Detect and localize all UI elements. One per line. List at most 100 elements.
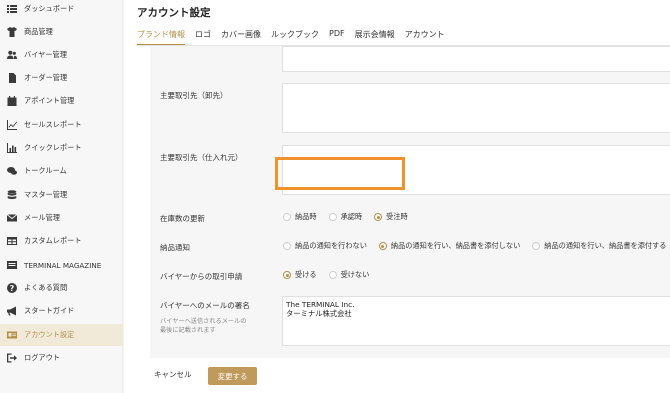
database-icon bbox=[6, 190, 17, 201]
radio-button[interactable] bbox=[283, 271, 291, 279]
radio-label: 納品の通知を行い、納品書を添付しない bbox=[390, 241, 521, 250]
buyer-request-radio-group: 受ける 受けない bbox=[283, 270, 381, 280]
buyer-request-option-accept[interactable]: 受ける bbox=[283, 270, 317, 280]
sidebar-item-label: 商品管理 bbox=[24, 27, 53, 36]
radio-button[interactable] bbox=[283, 213, 291, 221]
signature-line-2: ターミナル株式会社 bbox=[286, 308, 352, 318]
radio-label: 納品の通知を行い、納品書を添付する bbox=[544, 241, 667, 250]
delivery-notice-option-with-slip[interactable]: 納品の通知を行い、納品書を添付する bbox=[532, 241, 666, 251]
sidebar-item-label: ダッシュボード bbox=[24, 4, 75, 13]
brand-info-form: 主要取引先（卸先） 主要取引先（仕入れ元） 在庫数の更新 納品時 承認時 受注時… bbox=[150, 46, 670, 358]
sidebar-item-products[interactable]: 商品管理 bbox=[0, 21, 123, 43]
bar-chart-icon bbox=[6, 143, 17, 154]
tab-lookbook[interactable]: ルックブック bbox=[271, 26, 319, 46]
sidebar-item-label: バイヤー管理 bbox=[24, 50, 67, 59]
radio-button[interactable] bbox=[532, 242, 541, 250]
main-content: アカウント設定 ブランド情報 ロゴ カバー画像 ルックブック PDF 展示会情報… bbox=[124, 0, 670, 393]
grid-icon bbox=[6, 4, 17, 15]
sidebar-item-magazine[interactable]: TERMINAL MAGAZINE bbox=[0, 254, 123, 276]
page-title: アカウント設定 bbox=[137, 7, 211, 19]
tab-pdf[interactable]: PDF bbox=[329, 26, 345, 46]
svg-text:?: ? bbox=[9, 284, 14, 293]
tab-account[interactable]: アカウント bbox=[405, 26, 445, 46]
tab-exhibition[interactable]: 展示会情報 bbox=[355, 26, 395, 46]
tab-cover-image[interactable]: カバー画像 bbox=[221, 26, 261, 46]
sidebar-item-sales-report[interactable]: セールスレポート bbox=[0, 114, 123, 136]
sidebar-item-label: トークルーム bbox=[24, 166, 67, 175]
signature-help-line1: バイヤーへ送信されるメールの bbox=[160, 318, 247, 325]
sidebar-item-label: マスター管理 bbox=[24, 190, 68, 199]
save-button[interactable]: 変更する bbox=[208, 367, 257, 385]
sidebar-item-label: スタートガイド bbox=[24, 306, 75, 315]
radio-button[interactable] bbox=[374, 213, 383, 221]
delivery-notice-label: 納品通知 bbox=[160, 243, 190, 252]
radio-button[interactable] bbox=[328, 213, 337, 221]
sidebar-item-label: ログアウト bbox=[24, 353, 60, 362]
highlight-box bbox=[275, 157, 405, 190]
cancel-button[interactable]: キャンセル bbox=[154, 369, 192, 380]
textarea-previous-field[interactable] bbox=[282, 46, 670, 72]
sidebar-item-label: メール管理 bbox=[24, 213, 60, 222]
signature-textarea[interactable]: The TERMINAL Inc. ターミナル株式会社 bbox=[282, 296, 670, 346]
sidebar-item-label: カスタムレポート bbox=[24, 236, 82, 245]
sidebar: ダッシュボード 商品管理 バイヤー管理 オーダー管理 アポイント管理 セールスレ… bbox=[0, 0, 123, 393]
tab-brand-info[interactable]: ブランド情報 bbox=[137, 26, 185, 46]
sidebar-item-faq[interactable]: ? よくある質問 bbox=[0, 277, 123, 299]
radio-label: 承認時 bbox=[340, 212, 363, 221]
buyer-request-label: バイヤーからの取引申請 bbox=[160, 272, 243, 281]
sidebar-item-label: アポイント管理 bbox=[24, 96, 75, 105]
sidebar-item-account-settings[interactable]: アカウント設定 bbox=[0, 324, 123, 346]
table-icon bbox=[6, 236, 17, 247]
calendar-icon bbox=[6, 96, 17, 107]
sidebar-item-orders[interactable]: オーダー管理 bbox=[0, 67, 123, 89]
sidebar-item-custom-report[interactable]: カスタムレポート bbox=[0, 230, 123, 252]
radio-label: 受注時 bbox=[386, 212, 408, 221]
id-card-icon bbox=[6, 330, 17, 341]
sidebar-item-label: オーダー管理 bbox=[24, 73, 68, 82]
radio-label: 受ける bbox=[295, 270, 317, 279]
radio-button[interactable] bbox=[328, 271, 337, 279]
sidebar-item-logout[interactable]: ログアウト bbox=[0, 347, 123, 369]
radio-label: 受けない bbox=[340, 270, 370, 279]
wholesale-partners-label: 主要取引先（卸先） bbox=[160, 91, 228, 100]
radio-label: 納品の通知を行わない bbox=[295, 241, 367, 250]
radio-label: 納品時 bbox=[295, 212, 317, 221]
delivery-notice-option-without-slip[interactable]: 納品の通知を行い、納品書を添付しない bbox=[378, 241, 521, 251]
radio-button[interactable] bbox=[283, 242, 291, 250]
sidebar-item-label: よくある質問 bbox=[24, 283, 68, 292]
sidebar-item-label: クイックレポート bbox=[24, 143, 82, 152]
sidebar-item-mail[interactable]: メール管理 bbox=[0, 207, 123, 229]
sidebar-item-quick-report[interactable]: クイックレポート bbox=[0, 137, 123, 159]
stock-update-radio-group: 納品時 承認時 受注時 bbox=[283, 212, 420, 222]
sidebar-item-dashboard[interactable]: ダッシュボード bbox=[0, 0, 123, 20]
stock-update-option-delivery[interactable]: 納品時 bbox=[283, 212, 317, 222]
tshirt-icon bbox=[6, 27, 17, 38]
megaphone-icon bbox=[6, 306, 17, 317]
sidebar-item-label: セールスレポート bbox=[24, 120, 82, 129]
stock-update-option-order[interactable]: 受注時 bbox=[374, 212, 408, 222]
buyer-request-option-decline[interactable]: 受けない bbox=[328, 270, 370, 280]
signature-label: バイヤーへのメールの署名 bbox=[160, 301, 250, 310]
sidebar-item-start-guide[interactable]: スタートガイド bbox=[0, 300, 123, 322]
sidebar-item-appointments[interactable]: アポイント管理 bbox=[0, 90, 123, 112]
sidebar-item-buyers[interactable]: バイヤー管理 bbox=[0, 44, 123, 66]
stock-update-label: 在庫数の更新 bbox=[160, 214, 205, 223]
radio-button[interactable] bbox=[378, 242, 387, 250]
delivery-notice-radio-group: 納品の通知を行わない 納品の通知を行い、納品書を添付しない 納品の通知を行い、納… bbox=[283, 241, 670, 251]
sidebar-item-talkroom[interactable]: トークルーム bbox=[0, 160, 123, 182]
question-icon: ? bbox=[6, 283, 17, 294]
stock-update-option-approval[interactable]: 承認時 bbox=[328, 212, 363, 222]
wholesale-partners-textarea[interactable] bbox=[282, 83, 670, 133]
magazine-icon bbox=[6, 260, 17, 271]
signature-help-line2: 最後に記載されます bbox=[160, 327, 216, 334]
file-icon bbox=[6, 73, 17, 84]
line-chart-icon bbox=[6, 120, 17, 131]
chat-icon bbox=[6, 166, 17, 177]
tab-logo[interactable]: ロゴ bbox=[195, 26, 211, 46]
sidebar-item-label: TERMINAL MAGAZINE bbox=[24, 260, 102, 270]
supplier-partners-label: 主要取引先（仕入れ元） bbox=[160, 153, 243, 162]
sidebar-item-label: アカウント設定 bbox=[24, 330, 75, 339]
mail-icon bbox=[6, 213, 17, 224]
sidebar-item-master[interactable]: マスター管理 bbox=[0, 184, 123, 206]
delivery-notice-option-none[interactable]: 納品の通知を行わない bbox=[283, 241, 367, 251]
